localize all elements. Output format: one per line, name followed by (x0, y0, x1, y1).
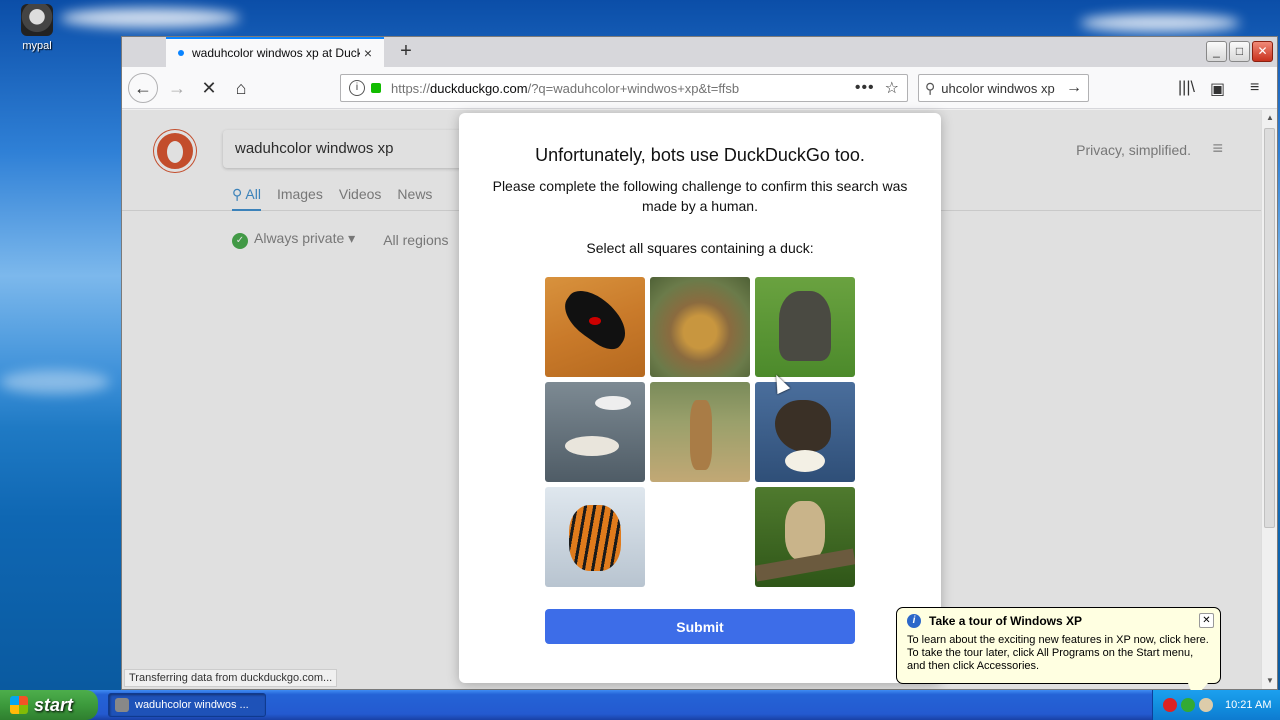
captcha-modal: Unfortunately, bots use DuckDuckGo too. … (459, 113, 941, 683)
browser-tab[interactable]: waduhcolor windwos xp at DuckDuckGo × (166, 37, 384, 67)
page-actions-icon[interactable]: ••• (855, 79, 875, 97)
sidebar-icon[interactable]: ▣ (1210, 79, 1225, 99)
challenge-prompt: Select all squares containing a duck: (586, 240, 814, 256)
lock-icon (371, 83, 381, 93)
maximize-button[interactable]: □ (1229, 41, 1250, 62)
challenge-subtitle: Please complete the following challenge … (492, 178, 908, 214)
start-button[interactable]: start (0, 690, 98, 720)
url-host: duckduckgo.com (430, 80, 528, 96)
vertical-scrollbar[interactable]: ▲ ▼ (1261, 110, 1277, 689)
scroll-thumb[interactable] (1264, 128, 1275, 528)
close-window-button[interactable]: ✕ (1252, 41, 1273, 62)
challenge-title: Unfortunately, bots use DuckDuckGo too. (535, 145, 865, 165)
captcha-cell-condor[interactable] (545, 277, 645, 377)
taskbar-item-browser[interactable]: waduhcolor windwos ... (108, 693, 266, 717)
status-bar: Transferring data from duckduckgo.com... (124, 669, 338, 687)
search-icon: ⚲ (925, 79, 936, 96)
tour-balloon[interactable]: i Take a tour of Windows XP ✕ To learn a… (896, 607, 1221, 684)
updates-icon[interactable] (1199, 698, 1213, 712)
network-icon[interactable] (1181, 698, 1195, 712)
captcha-cell-duck[interactable] (755, 382, 855, 482)
url-bar[interactable]: i https://duckduckgo.com/?q=waduhcolor+w… (340, 74, 908, 102)
stop-button[interactable]: ✕ (194, 73, 224, 103)
balloon-text[interactable]: To learn about the exciting new features… (907, 634, 1210, 673)
captcha-cell-ducks[interactable] (545, 382, 645, 482)
new-tab-button[interactable]: + (394, 41, 418, 63)
submit-button[interactable]: Submit (545, 609, 855, 644)
tab-title: waduhcolor windwos xp at DuckDuckGo (192, 46, 360, 60)
captcha-cell-empty (650, 487, 750, 587)
menu-icon[interactable]: ≡ (1250, 79, 1259, 97)
scroll-up-icon[interactable]: ▲ (1262, 110, 1278, 126)
security-alert-icon[interactable] (1163, 698, 1177, 712)
library-icon[interactable]: |||\ (1178, 79, 1195, 97)
desktop-icon-mypal[interactable]: mypal (12, 4, 62, 52)
back-button[interactable]: ← (128, 73, 158, 103)
info-icon: i (907, 614, 921, 628)
balloon-close-icon[interactable]: ✕ (1199, 613, 1214, 628)
cloud (60, 8, 240, 28)
captcha-cell-jaguar[interactable] (650, 277, 750, 377)
minimize-button[interactable]: _ (1206, 41, 1227, 62)
captcha-cell-elephant[interactable] (755, 277, 855, 377)
search-go-icon[interactable]: → (1066, 79, 1082, 97)
desktop-icon-label: mypal (22, 40, 52, 52)
balloon-title: Take a tour of Windows XP (929, 614, 1083, 628)
tab-close-icon[interactable]: × (360, 45, 376, 61)
windows-flag-icon (10, 696, 28, 714)
home-button[interactable]: ⌂ (226, 73, 256, 103)
scroll-down-icon[interactable]: ▼ (1262, 673, 1278, 689)
captcha-cell-tiger[interactable] (545, 487, 645, 587)
url-path: /?q=waduhcolor+windwos+xp&t=ffsb (527, 80, 740, 96)
task-label: waduhcolor windwos ... (135, 699, 249, 711)
cloud (1080, 14, 1240, 32)
captcha-cell-lynx[interactable] (755, 487, 855, 587)
mypal-icon (21, 4, 53, 36)
tab-bar: waduhcolor windwos xp at DuckDuckGo × + … (122, 37, 1277, 67)
nav-bar: ← → ✕ ⌂ i https://duckduckgo.com/?q=wadu… (122, 67, 1277, 109)
cloud (0, 370, 110, 394)
clock: 10:21 AM (1225, 699, 1272, 711)
forward-button[interactable]: → (162, 73, 192, 103)
taskbar: start waduhcolor windwos ... 10:21 AM (0, 690, 1280, 720)
captcha-cell-giraffe[interactable] (650, 382, 750, 482)
url-scheme: https:// (391, 80, 431, 96)
window-controls: _ □ ✕ (1206, 41, 1273, 62)
loading-icon (178, 50, 184, 56)
search-bar-text: uhcolor windwos xp (941, 80, 1055, 96)
browser-app-icon (115, 698, 129, 712)
bookmark-star-icon[interactable]: ☆ (885, 78, 899, 98)
info-icon[interactable]: i (349, 80, 365, 96)
captcha-grid (545, 277, 855, 587)
system-tray: 10:21 AM (1152, 690, 1280, 720)
search-bar[interactable]: ⚲ uhcolor windwos xp → (918, 74, 1089, 102)
start-label: start (34, 694, 74, 715)
